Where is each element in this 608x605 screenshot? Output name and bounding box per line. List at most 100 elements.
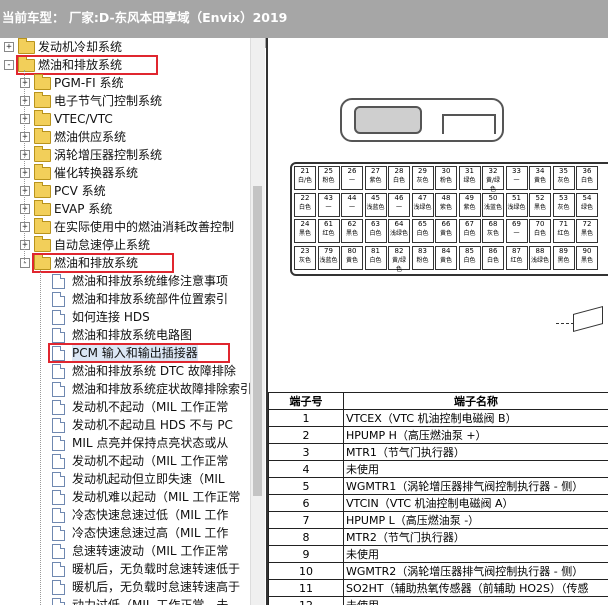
tree-item[interactable]: 燃油和排放系统 DTC 故障排除: [0, 362, 250, 380]
pin-number: 21: [300, 167, 310, 175]
pin-number: 80: [347, 246, 357, 255]
document-icon: [52, 364, 65, 379]
connector-pin: 44 一: [341, 192, 363, 217]
pin-wire-color: 黑色: [580, 256, 593, 264]
pin-wire-color: 浅绿色: [507, 203, 526, 211]
tree-item[interactable]: 暖机后，无负载时怠速转速高于: [0, 578, 250, 596]
expand-icon[interactable]: +: [20, 78, 30, 88]
folder-icon: [34, 146, 51, 162]
expand-icon[interactable]: +: [20, 186, 30, 196]
tree-item[interactable]: 燃油和排放系统电路图: [0, 326, 250, 344]
tree-connector-line: [40, 270, 41, 605]
collapse-icon[interactable]: -: [4, 60, 14, 70]
pin-number: 30: [441, 167, 451, 175]
tree-item-label: 发动机难以起动（MIL 工作正常: [72, 490, 241, 504]
document-icon: [52, 562, 65, 577]
tree-item[interactable]: 冷态快速怠速过高（MIL 工作: [0, 524, 250, 542]
table-row: 10 WGMTR2（涡轮增压器排气阀控制执行器 - 侧）: [268, 562, 608, 580]
tree-item[interactable]: 燃油和排放系统症状故障排除索引: [0, 380, 250, 398]
tree-item[interactable]: + EVAP 系统: [0, 200, 250, 218]
connector-latch: [354, 106, 422, 134]
tree-item[interactable]: + 电子节气门控制系统: [0, 92, 250, 110]
connector-pin: 66 黄色: [435, 219, 457, 243]
tree-item[interactable]: 发动机不起动（MIL 工作正常: [0, 452, 250, 470]
pin-wire-color: 黄/绿色: [391, 256, 407, 273]
pin-wire-color: 白色: [298, 203, 311, 211]
tree-item[interactable]: 发动机难以起动（MIL 工作正常: [0, 488, 250, 506]
navigation-tree[interactable]: + 发动机冷却系统 - 燃油和排放系统 + PGM-FI 系统 + 电子节气门控制系统 + VTE…: [0, 38, 250, 605]
expand-icon[interactable]: +: [20, 168, 30, 178]
tree-item[interactable]: + 涡轮增压器控制系统: [0, 146, 250, 164]
tree-item[interactable]: 发动机起动但立即失速（MIL: [0, 470, 250, 488]
tree-item[interactable]: + PGM-FI 系统: [0, 74, 250, 92]
tree-item[interactable]: 燃油和排放系统维修注意事项: [0, 272, 250, 290]
tree-scrollbar-thumb[interactable]: [253, 186, 262, 496]
tree-item[interactable]: 如何连接 HDS: [0, 308, 250, 326]
vehicle-model-title: 当前车型： 厂家:D-东风本田享域（Envix）2019: [2, 10, 288, 25]
table-row: 11 SO2HT（辅助热氧传感器（前辅助 HO2S）（传感: [268, 579, 608, 597]
terminal-name: SO2HT（辅助热氧传感器（前辅助 HO2S）（传感: [343, 579, 608, 597]
pin-number: 46: [394, 193, 404, 202]
tree-item[interactable]: 燃油和排放系统部件位置索引: [0, 290, 250, 308]
pin-number: 81: [371, 246, 380, 255]
tree-item[interactable]: MIL 点亮并保持点亮状态或从: [0, 434, 250, 452]
tree-item[interactable]: + 自动怠速停止系统: [0, 236, 250, 254]
tree-item[interactable]: 发动机不起动且 HDS 不与 PC: [0, 416, 250, 434]
terminal-number: 12: [268, 596, 344, 605]
tree-item[interactable]: 怠速转速波动（MIL 工作正常: [0, 542, 250, 560]
tree-item[interactable]: + PCV 系统: [0, 182, 250, 200]
tree-item-label: 催化转换器系统: [54, 166, 139, 180]
pin-number: 63: [371, 220, 380, 228]
tree-item[interactable]: + 燃油供应系统: [0, 128, 250, 146]
tree-item[interactable]: 暖机后，无负载时怠速转速低于: [0, 560, 250, 578]
pin-wire-color: 灰色: [416, 177, 429, 184]
table-row: 9 未使用: [268, 545, 608, 563]
connector-pin: 33 一: [505, 166, 528, 190]
pin-wire-color: 灰色: [557, 203, 570, 211]
collapse-icon[interactable]: -: [20, 258, 30, 268]
terminal-table: 端子号 端子名称 1 VTCEX（VTC 机油控制电磁阀 B） 2 HPUMP H（高…: [268, 392, 608, 605]
pin-number: 22: [300, 193, 310, 202]
table-row: 8 MTR2（节气门执行器）: [268, 528, 608, 546]
terminal-name: MTR1（节气门执行器）: [343, 443, 608, 461]
connector-key: [442, 114, 496, 134]
expand-icon[interactable]: +: [20, 96, 30, 106]
expand-icon[interactable]: +: [20, 114, 30, 124]
connector-pin: 68 灰色: [482, 219, 504, 243]
pin-wire-color: 白色: [392, 177, 405, 184]
pin-number: 33: [512, 167, 521, 175]
terminal-name: HPUMP H（高压燃油泵 +）: [343, 426, 608, 444]
tree-item[interactable]: + VTEC/VTC: [0, 110, 250, 128]
tree-item[interactable]: + 催化转换器系统: [0, 164, 250, 182]
header-terminal-name: 端子名称: [343, 392, 608, 410]
pin-number: 67: [465, 220, 474, 228]
expand-icon[interactable]: +: [20, 204, 30, 214]
pin-wire-color: 粉色: [439, 177, 452, 184]
tree-item-label: 怠速转速波动（MIL 工作正常: [72, 544, 229, 558]
connector-pin: 48 紫色: [435, 192, 457, 217]
tree-scrollbar[interactable]: [250, 38, 265, 605]
connector-pin: 22 白色: [294, 192, 316, 217]
pin-number: 52: [535, 193, 545, 202]
tree-item[interactable]: + 发动机冷却系统: [0, 38, 250, 56]
expand-icon[interactable]: +: [20, 132, 30, 142]
tree-item[interactable]: 发动机不起动（MIL 工作正常: [0, 398, 250, 416]
terminal-name: 未使用: [343, 545, 608, 563]
tree-item[interactable]: 动力过低（MIL 工作正常，未: [0, 596, 250, 605]
tree-item-label: PGM-FI 系统: [54, 76, 124, 90]
expand-icon[interactable]: +: [20, 222, 30, 232]
expand-icon[interactable]: +: [20, 240, 30, 250]
connector-pin: 54 绿色: [576, 192, 598, 217]
tree-item-label: 燃油和排放系统电路图: [72, 328, 193, 342]
folder-icon: [34, 74, 51, 90]
connector-pin: 27 紫色: [364, 166, 387, 190]
tree-item[interactable]: 冷态快速怠速过低（MIL 工作: [0, 506, 250, 524]
connector-pin: 84 黄色: [435, 245, 457, 270]
terminal-number: 10: [268, 562, 344, 580]
connector-pin: 29 灰色: [411, 166, 434, 190]
pin-wire-color: 白/色: [297, 177, 313, 184]
expand-icon[interactable]: +: [4, 42, 14, 52]
tree-item[interactable]: + 在实际使用中的燃油消耗改善控制: [0, 218, 250, 236]
expand-icon[interactable]: +: [20, 150, 30, 160]
pin-wire-color: 一: [395, 203, 402, 211]
